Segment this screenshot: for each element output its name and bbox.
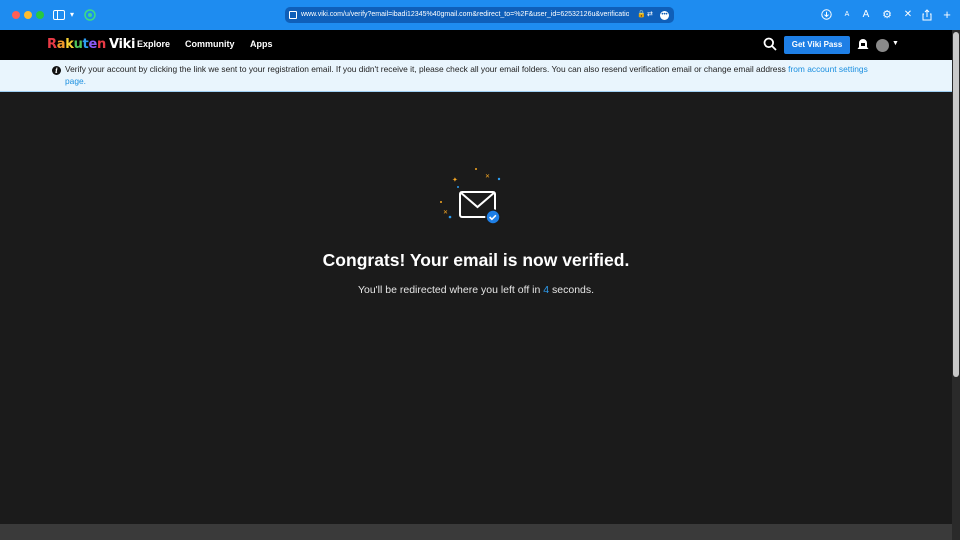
page-icon [289,11,297,19]
more-icon[interactable]: ••• [660,11,669,20]
download-icon[interactable] [819,7,833,23]
sidebar-toggle-icon[interactable] [53,7,65,23]
chevron-down-icon[interactable]: ▾ [68,7,76,23]
translate-icon[interactable]: ⇄ [647,7,653,23]
svg-text:✦: ✦ [452,176,458,184]
svg-text:✕: ✕ [485,173,490,180]
scrollbar-thumb[interactable] [953,32,959,377]
new-tab-icon[interactable]: + [940,7,954,23]
font-larger-button[interactable]: A [859,7,873,23]
chevron-down-icon[interactable]: ▼ [892,40,899,47]
notifications-icon[interactable] [857,38,869,51]
browser-toolbar: ▾ www.viki.com/u/verify?email=ibadi12345… [0,0,960,30]
get-viki-pass-button[interactable]: Get Viki Pass [784,36,850,54]
gear-icon[interactable]: ⚙ [880,7,894,23]
font-smaller-button[interactable]: A [840,7,854,23]
url-text: www.viki.com/u/verify?email=ibadi12345%4… [301,11,629,18]
rakuten-viki-logo[interactable]: Rakuten Viki [47,37,135,52]
verification-banner: i Verify your account by clicking the li… [0,60,952,92]
close-icon[interactable]: ✕ [901,7,915,23]
email-verified-icon: ✦ ✕ ✕ [438,165,504,227]
minimize-window-button[interactable] [24,11,32,19]
nav-explore[interactable]: Explore [137,39,170,49]
search-icon[interactable] [763,37,777,51]
share-icon[interactable] [920,7,934,23]
redirect-message: You'll be redirected where you left off … [357,284,595,296]
banner-message: Verify your account by clicking the link… [65,64,868,86]
lock-icon: 🔒 [637,11,646,18]
nav-apps[interactable]: Apps [250,39,273,49]
avatar[interactable] [876,39,889,52]
nav-community[interactable]: Community [185,39,235,49]
svg-text:✕: ✕ [443,209,448,216]
close-window-button[interactable] [12,11,20,19]
privacy-shield-icon[interactable] [83,7,97,23]
footer-strip [0,524,952,540]
page-title: Congrats! Your email is now verified. [322,250,630,270]
zoom-window-button[interactable] [36,11,44,19]
info-icon: i [52,66,61,75]
main-content [0,93,952,524]
address-bar[interactable]: www.viki.com/u/verify?email=ibadi12345%4… [285,7,674,23]
